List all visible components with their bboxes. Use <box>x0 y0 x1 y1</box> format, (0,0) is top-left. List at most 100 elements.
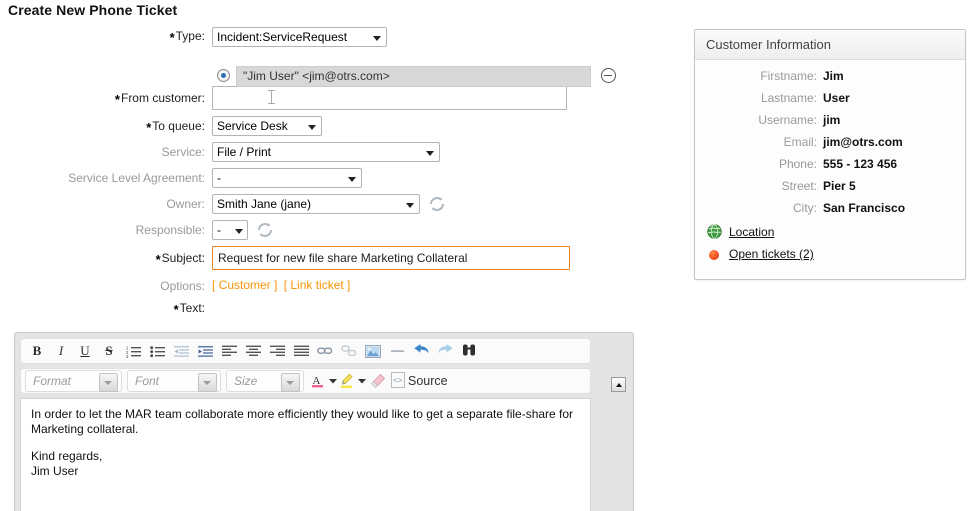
font-select[interactable]: Font <box>127 370 221 392</box>
field-label: Firstname: <box>695 68 817 84</box>
subject-input[interactable]: Request for new file share Marketing Col… <box>212 246 570 270</box>
undo-icon[interactable] <box>409 340 433 362</box>
format-select-label: Format <box>33 374 71 388</box>
align-justify-icon[interactable] <box>289 340 313 362</box>
text-color-dropdown-icon[interactable] <box>327 370 338 392</box>
redo-icon[interactable] <box>433 340 457 362</box>
field-label: Email: <box>695 134 817 150</box>
responsible-select[interactable]: - <box>212 220 248 240</box>
align-left-icon[interactable] <box>217 340 241 362</box>
field-value: User <box>823 90 850 106</box>
align-center-icon[interactable] <box>241 340 265 362</box>
required-star-icon: * <box>115 92 120 107</box>
service-select[interactable]: File / Print <box>212 142 440 162</box>
page-title: Create New Phone Ticket <box>8 2 177 18</box>
field-value: Jim <box>823 68 844 84</box>
unlink-icon[interactable] <box>337 340 361 362</box>
image-icon[interactable] <box>361 340 385 362</box>
chevron-down-icon <box>308 125 316 130</box>
font-select-label: Font <box>135 374 159 388</box>
background-color-dropdown-icon[interactable] <box>356 370 367 392</box>
source-button-label: Source <box>408 374 448 388</box>
selected-customer-row: "Jim User" <jim@otrs.com> <box>212 66 612 88</box>
editor-line-signature: Jim User <box>31 464 78 478</box>
bulleted-list-icon[interactable] <box>145 340 169 362</box>
customer-radio[interactable] <box>217 69 230 82</box>
rich-text-editor: B I U S 1 2 3 <box>14 332 634 511</box>
chevron-down-icon <box>348 177 356 182</box>
label-from-customer: *From customer: <box>0 90 205 106</box>
text-color-icon[interactable]: A <box>309 370 327 392</box>
field-value: Pier 5 <box>823 178 856 194</box>
form-row-sla: Service Level Agreement: - <box>0 168 650 194</box>
label-text: *Text: <box>0 300 205 316</box>
editor-content-area[interactable]: In order to let the MAR team collaborate… <box>20 398 591 511</box>
scroll-up-arrow[interactable] <box>611 377 626 392</box>
decrease-indent-icon[interactable] <box>169 340 193 362</box>
size-select[interactable]: Size <box>226 370 304 392</box>
location-link[interactable]: Location <box>729 224 774 240</box>
increase-indent-icon[interactable] <box>193 340 217 362</box>
option-link-link-ticket[interactable]: [ Link ticket ] <box>284 278 351 292</box>
field-label: City: <box>695 200 817 216</box>
chevron-down-icon <box>406 203 414 208</box>
find-icon[interactable] <box>457 340 481 362</box>
chevron-down-icon <box>99 373 118 392</box>
numbered-list-icon[interactable]: 1 2 3 <box>121 340 145 362</box>
service-select-value: File / Print <box>217 145 271 159</box>
widget-header: Customer Information <box>695 30 965 60</box>
customer-chip[interactable]: "Jim User" <jim@otrs.com> <box>236 66 591 87</box>
owner-select[interactable]: Smith Jane (jane) <box>212 194 420 214</box>
field-value: 555 - 123 456 <box>823 156 897 172</box>
strikethrough-icon[interactable]: S <box>97 340 121 362</box>
chevron-down-icon <box>198 373 217 392</box>
background-color-icon[interactable] <box>338 370 356 392</box>
svg-text:3: 3 <box>126 353 129 357</box>
option-link-customer[interactable]: [ Customer ] <box>212 278 277 292</box>
customer-link-open-tickets-row: Open tickets (2) <box>695 246 965 268</box>
editor-paragraph-2: Kind regards, Jim User <box>31 449 580 479</box>
from-customer-input[interactable] <box>212 86 567 110</box>
subject-value: Request for new file share Marketing Col… <box>218 251 467 265</box>
chevron-down-icon <box>235 229 243 234</box>
label-options: Options: <box>0 278 205 294</box>
bold-icon[interactable]: B <box>25 340 49 362</box>
owner-select-value: Smith Jane (jane) <box>217 197 311 211</box>
link-icon[interactable] <box>313 340 337 362</box>
customer-field-lastname: Lastname: User <box>695 90 965 112</box>
source-button[interactable]: <> Source <box>391 372 448 391</box>
form-row-owner: Owner: Smith Jane (jane) <box>0 194 650 220</box>
field-label: Username: <box>695 112 817 128</box>
refresh-icon[interactable] <box>429 196 445 212</box>
underline-icon[interactable]: U <box>73 340 97 362</box>
ticket-create-page: Create New Phone Ticket *Type: Incident:… <box>0 0 978 511</box>
field-value: San Francisco <box>823 200 905 216</box>
customer-information-widget: Customer Information Firstname: Jim Last… <box>694 29 966 280</box>
customer-link-location-row: Location <box>695 224 965 246</box>
sla-select[interactable]: - <box>212 168 362 188</box>
editor-line-kind-regards: Kind regards, <box>31 449 102 463</box>
format-select[interactable]: Format <box>25 370 122 392</box>
field-value: jim@otrs.com <box>823 134 903 150</box>
required-star-icon: * <box>156 252 161 267</box>
text-cursor-icon <box>271 90 272 104</box>
chevron-down-icon <box>281 373 300 392</box>
field-value: jim <box>823 112 840 128</box>
italic-icon[interactable]: I <box>49 340 73 362</box>
sla-select-value: - <box>217 171 221 185</box>
to-queue-select[interactable]: Service Desk <box>212 116 322 136</box>
horizontal-rule-icon[interactable] <box>385 340 409 362</box>
customer-field-username: Username: jim <box>695 112 965 134</box>
open-tickets-link[interactable]: Open tickets (2) <box>729 246 814 262</box>
type-select[interactable]: Incident:ServiceRequest <box>212 27 387 47</box>
chevron-down-icon <box>426 151 434 156</box>
label-to-queue: *To queue: <box>0 118 205 134</box>
align-right-icon[interactable] <box>265 340 289 362</box>
form-row-responsible: Responsible: - <box>0 220 650 246</box>
minus-circle-icon[interactable] <box>601 68 616 83</box>
form-row-service: Service: File / Print <box>0 142 650 168</box>
remove-format-icon[interactable] <box>367 370 389 392</box>
label-service: Service: <box>0 144 205 160</box>
refresh-icon[interactable] <box>257 222 273 238</box>
customer-field-phone: Phone: 555 - 123 456 <box>695 156 965 178</box>
